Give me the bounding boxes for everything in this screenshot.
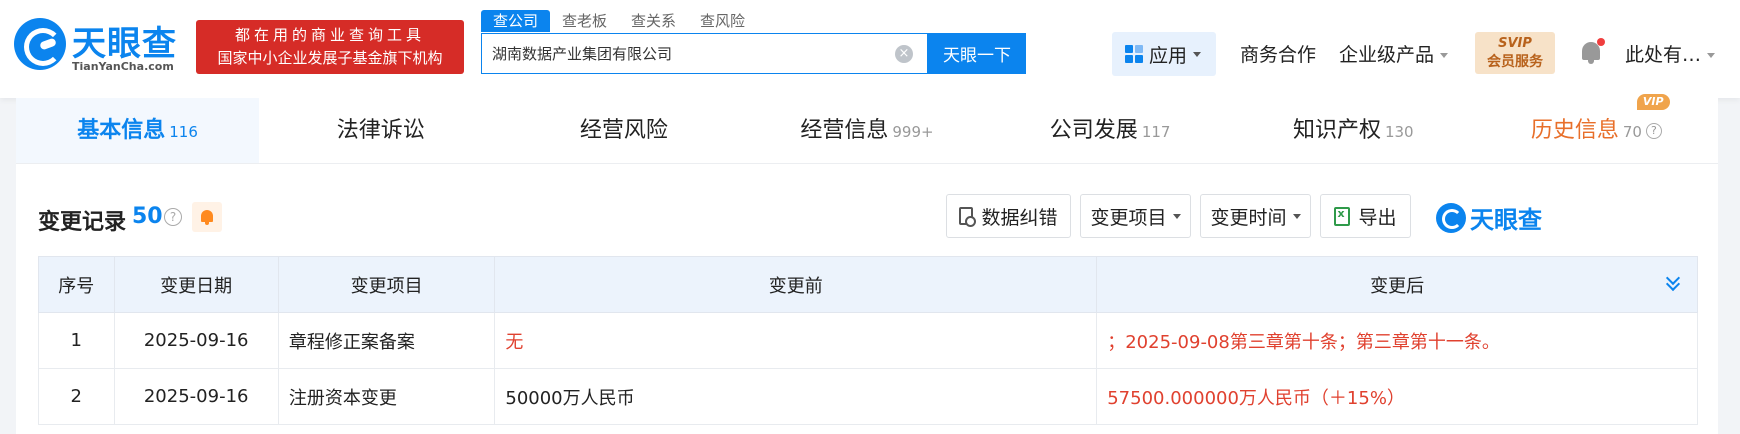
tab-operating-risk[interactable]: 经营风险 [502, 98, 745, 163]
apps-menu-button[interactable]: 应用 [1112, 32, 1216, 76]
enterprise-products-menu[interactable]: 企业级产品 [1339, 40, 1449, 67]
double-chevron-down-icon[interactable] [1665, 270, 1681, 293]
excel-icon [1334, 206, 1351, 226]
search-type-tabs: 查公司 查老板 查关系 查风险 [481, 10, 757, 32]
change-item-filter[interactable]: 变更项目 [1080, 194, 1191, 238]
svip-service-label: 会员服务 [1487, 54, 1543, 70]
search-tab-boss[interactable]: 查老板 [550, 10, 619, 32]
business-cooperation-link[interactable]: 商务合作 [1240, 40, 1316, 67]
cell-date: 2025-09-16 [113, 312, 279, 369]
button-label: 变更时间 [1210, 206, 1287, 229]
table-row: 1 2025-09-16 章程修正案备案 无 ；2025-09-08第三章第十条… [38, 312, 1698, 369]
cell-date: 2025-09-16 [113, 368, 279, 425]
apps-label: 应用 [1149, 44, 1188, 67]
button-label: 导出 [1358, 206, 1397, 229]
tab-development[interactable]: 公司发展 117 [989, 98, 1232, 163]
table-row: 2 2025-09-16 注册资本变更 50000万人民币 57500.0000… [38, 368, 1698, 425]
header-date: 变更日期 [113, 256, 279, 313]
chevron-down-icon [1707, 53, 1716, 58]
top-header: 天眼查 TianYanCha.com 都在用的商业查询工具 国家中小企业发展子基… [0, 0, 1740, 98]
banner-line-2: 国家中小企业发展子基金旗下机构 [217, 49, 443, 67]
tab-operating-info[interactable]: 经营信息 999+ [745, 98, 988, 163]
chevron-down-icon [1292, 213, 1301, 219]
tab-label: 经营信息 [800, 118, 889, 143]
brand-watermark: 天眼查 [1436, 200, 1542, 235]
logo-domain: TianYanCha.com [72, 60, 174, 73]
search-box: × [481, 33, 928, 74]
search-input[interactable] [482, 34, 872, 73]
question-icon[interactable]: ? [1645, 123, 1662, 139]
tab-label: 基本信息 [77, 118, 166, 143]
search-tab-company[interactable]: 查公司 [481, 10, 551, 32]
search-tab-relation[interactable]: 查关系 [619, 10, 688, 32]
header-after-label: 变更后 [1370, 275, 1425, 297]
search-tab-risk[interactable]: 查风险 [688, 10, 757, 32]
tab-count: 116 [169, 123, 198, 141]
search-button[interactable]: 天眼一下 [928, 33, 1026, 74]
vip-badge: VIP [1636, 94, 1670, 110]
cell-index: 2 [38, 368, 115, 425]
bell-icon [201, 210, 213, 222]
promo-banner[interactable]: 都在用的商业查询工具 国家中小企业发展子基金旗下机构 [196, 20, 464, 74]
notification-bell-icon[interactable] [1580, 38, 1605, 64]
chevron-down-icon [1440, 53, 1449, 58]
change-time-filter[interactable]: 变更时间 [1200, 194, 1311, 238]
apps-grid-icon [1125, 45, 1143, 63]
header-before: 变更前 [494, 256, 1098, 313]
tab-label: 知识产权 [1292, 118, 1381, 143]
tab-label: 经营风险 [579, 118, 668, 143]
banner-line-1: 都在用的商业查询工具 [234, 26, 425, 44]
cell-item: 注册资本变更 [277, 368, 496, 425]
enterprise-products-label: 企业级产品 [1339, 44, 1435, 66]
company-detail-tabs: 基本信息 116 法律诉讼 经营风险 经营信息 999+ 公司发展 117 知识产权 1… [16, 94, 1718, 164]
change-records-panel: 变更记录 50 ? 数据纠错 变更项目 变更时间 导出 天眼查 序号 变更日期 … [16, 164, 1718, 434]
tab-intellectual-property[interactable]: 知识产权 130 [1232, 98, 1475, 163]
svip-member-button[interactable]: SVIP 会员服务 [1475, 32, 1555, 74]
user-name: 此处有… [1625, 44, 1702, 66]
cell-item: 章程修正案备案 [277, 312, 496, 369]
cell-index: 1 [38, 312, 115, 369]
section-count: 50 [132, 204, 163, 229]
tab-basic-info[interactable]: 基本信息 116 [16, 98, 260, 163]
button-label: 变更项目 [1090, 206, 1167, 229]
tab-count: 130 [1384, 123, 1414, 141]
cell-after: ；2025-09-08第三章第十条；第三章第十一条。 [1096, 312, 1698, 369]
button-label: 数据纠错 [981, 206, 1058, 229]
table-header-row: 序号 变更日期 变更项目 变更前 变更后 [38, 256, 1698, 313]
cell-before: 50000万人民币 [494, 368, 1098, 425]
header-after: 变更后 [1096, 256, 1698, 313]
tab-count: 70 [1622, 123, 1642, 141]
tab-label: 历史信息 [1530, 118, 1619, 143]
user-menu[interactable]: 此处有… [1625, 40, 1716, 67]
tab-legal[interactable]: 法律诉讼 [259, 98, 502, 163]
tab-count: 117 [1141, 123, 1171, 141]
cell-before: 无 [494, 312, 1098, 369]
tab-label: 公司发展 [1049, 118, 1138, 143]
eye-logo-icon [1436, 202, 1466, 233]
cell-after: 57500.000000万人民币（＋15%） [1096, 368, 1698, 425]
chevron-down-icon [1172, 213, 1181, 219]
clear-icon[interactable]: × [895, 45, 913, 63]
header-item: 变更项目 [277, 256, 496, 313]
monitor-alert-button[interactable] [192, 202, 222, 232]
chevron-down-icon [1193, 51, 1202, 57]
header-index: 序号 [38, 256, 115, 313]
eye-logo-icon [14, 18, 66, 70]
data-correction-button[interactable]: 数据纠错 [946, 194, 1071, 238]
brand-name: 天眼查 [1470, 206, 1542, 234]
svip-label: SVIP [1498, 36, 1532, 51]
export-button[interactable]: 导出 [1320, 194, 1411, 238]
change-records-table: 序号 变更日期 变更项目 变更前 变更后 1 2025-09-16 章程修正案备… [38, 256, 1698, 425]
help-icon[interactable]: ? [164, 208, 182, 226]
tianyancha-logo[interactable]: 天眼查 TianYanCha.com [14, 16, 184, 78]
notification-dot [1597, 38, 1605, 46]
document-search-icon [959, 207, 977, 227]
tab-label: 法律诉讼 [336, 118, 425, 143]
logo-name: 天眼查 [72, 24, 177, 64]
section-title: 变更记录 [38, 210, 127, 235]
tab-history-info[interactable]: 历史信息 70? VIP [1475, 94, 1718, 163]
tab-count: 999+ [892, 123, 934, 141]
